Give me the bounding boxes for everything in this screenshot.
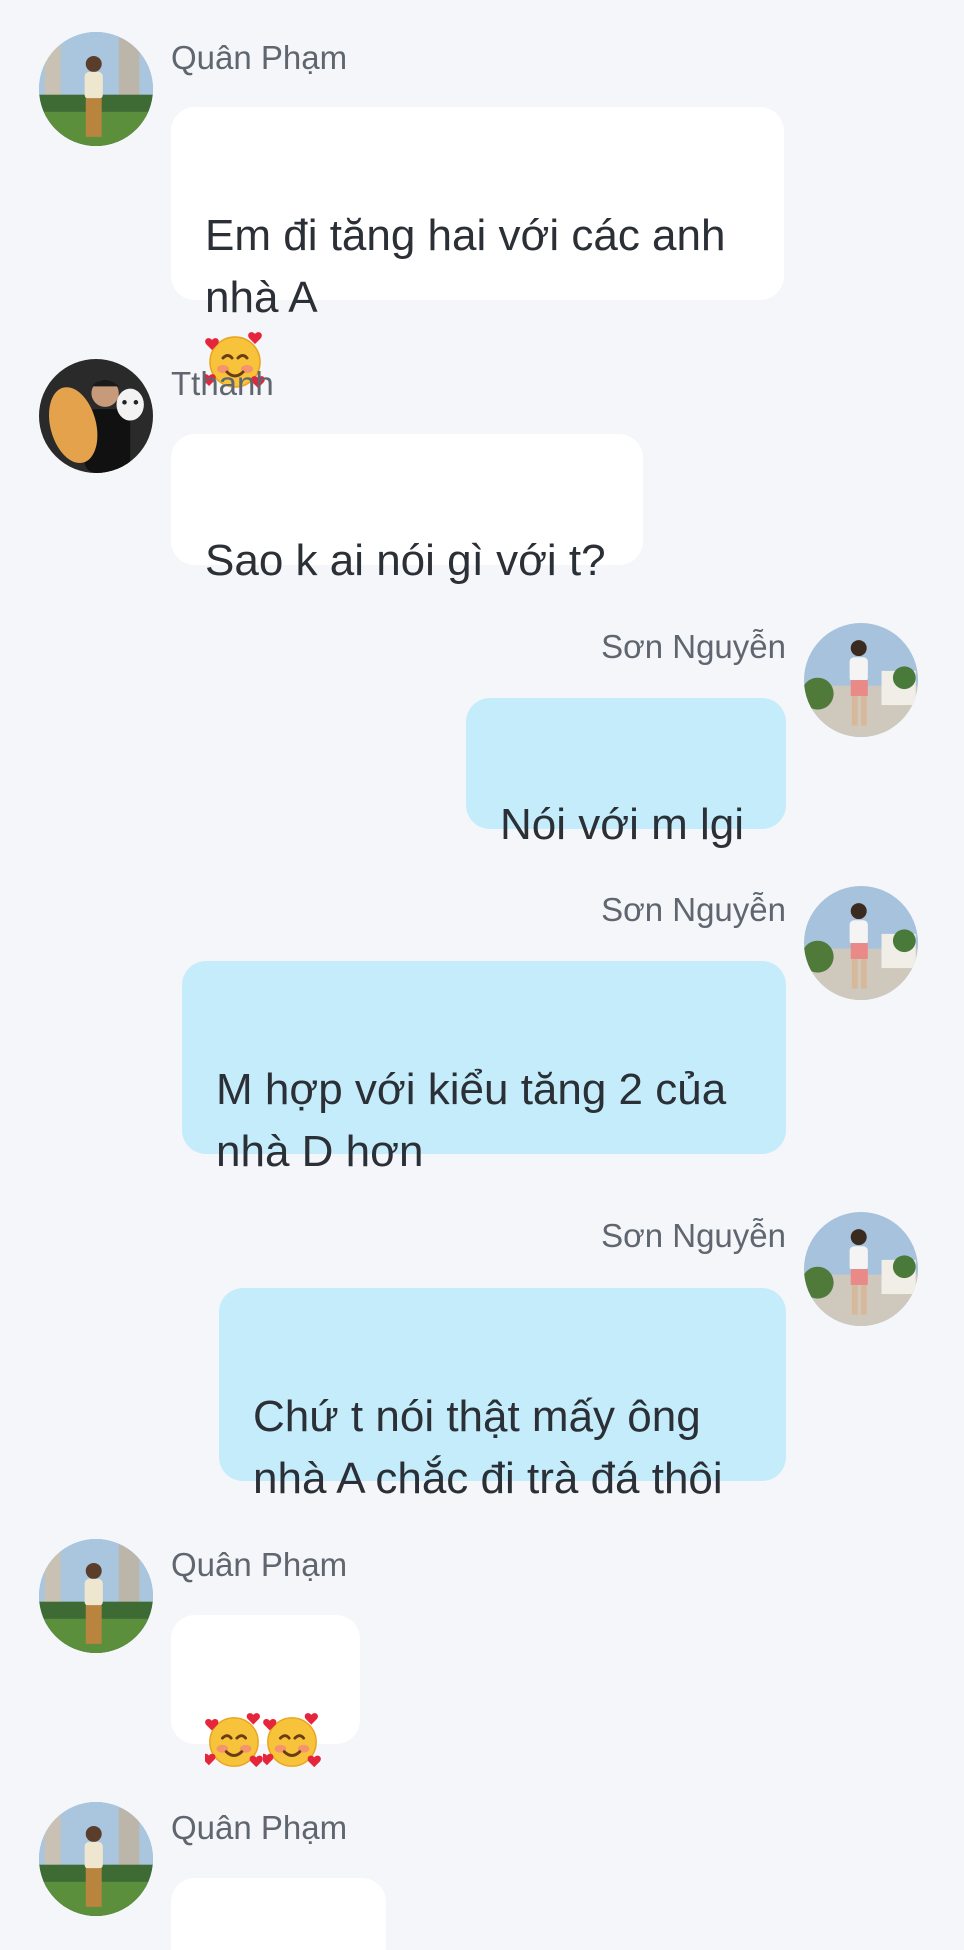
- message-bubble[interactable]: [171, 1615, 360, 1744]
- avatar[interactable]: [804, 1212, 918, 1326]
- message-bubble[interactable]: Em đi tăng hai với các anh nhà A: [171, 107, 784, 300]
- message-bubble[interactable]: [171, 1878, 386, 1950]
- avatar[interactable]: [39, 32, 153, 146]
- message-text: Chứ t nói thật mấy ông nhà A chắc đi trà…: [253, 1392, 723, 1503]
- sender-name: Quân Phạm: [171, 1546, 348, 1583]
- avatar[interactable]: [804, 623, 918, 737]
- smiling-face-with-hearts-icon: [205, 1713, 263, 1771]
- message-text: Nói với m lgi: [500, 800, 744, 849]
- message-text: M hợp với kiểu tăng 2 của nhà D hơn: [216, 1065, 727, 1176]
- sender-name: Sơn Nguyễn: [601, 891, 786, 928]
- avatar[interactable]: [39, 359, 153, 473]
- sender-name: Sơn Nguyễn: [601, 1217, 786, 1254]
- message-bubble[interactable]: M hợp với kiểu tăng 2 của nhà D hơn: [182, 961, 786, 1176]
- message-bubble[interactable]: Chứ t nói thật mấy ông nhà A chắc đi trà…: [219, 1288, 786, 1503]
- sender-name: Quân Phạm: [171, 39, 348, 76]
- avatar[interactable]: [804, 886, 918, 1000]
- sender-name: Tthanh: [171, 365, 274, 402]
- message-bubble[interactable]: Sao k ai nói gì với t?: [171, 434, 643, 585]
- sender-name: Sơn Nguyễn: [601, 628, 786, 665]
- sender-name: Quân Phạm: [171, 1809, 348, 1846]
- message-text: Sao k ai nói gì với t?: [205, 536, 606, 585]
- message-text: Em đi tăng hai với các anh nhà A: [205, 211, 726, 322]
- avatar[interactable]: [39, 1539, 153, 1653]
- message-bubble[interactable]: Nói với m lgi: [466, 698, 786, 849]
- smiling-face-with-hearts-icon: [263, 1713, 321, 1771]
- avatar[interactable]: [39, 1802, 153, 1916]
